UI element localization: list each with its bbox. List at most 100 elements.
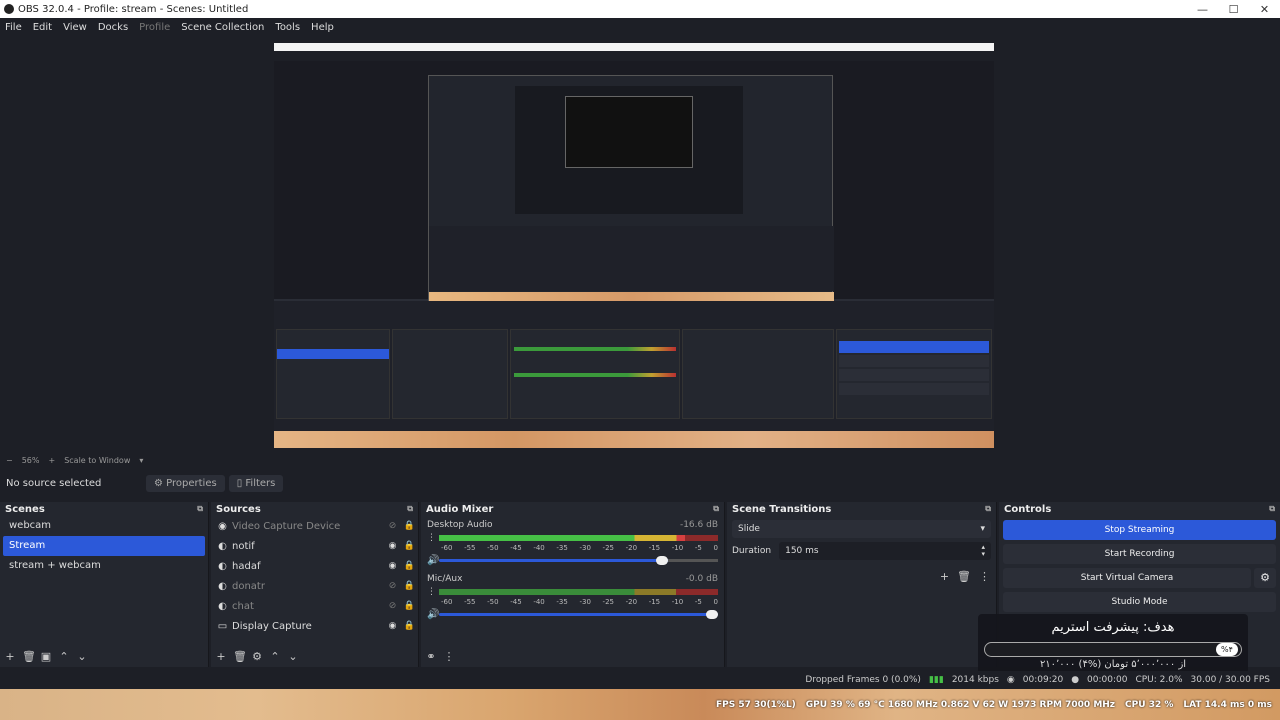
undock-icon[interactable]: ⧉ <box>713 504 719 514</box>
maximize-button[interactable]: ☐ <box>1218 3 1249 16</box>
source-item[interactable]: ▭ Display Capture ◉ 🔒 <box>211 616 418 636</box>
visibility-eye-icon[interactable]: ◉ <box>384 561 401 571</box>
meter-tick-label: -30 <box>579 598 591 606</box>
source-item[interactable]: ◐ chat ⊘ 🔒 <box>211 596 418 616</box>
menu-bar: File Edit View Docks Profile Scene Colle… <box>0 18 1280 36</box>
sources-toolbar: + 🗑 ⚙ ⌃ ⌄ <box>215 650 299 663</box>
add-icon[interactable]: + <box>940 570 949 583</box>
preview-canvas[interactable] <box>274 43 994 448</box>
visibility-eye-icon[interactable]: ◉ <box>384 621 401 631</box>
filter-icon[interactable]: ▣ <box>40 650 52 663</box>
volume-knob[interactable] <box>706 610 718 619</box>
scale-mode-select[interactable]: Scale to Window <box>64 456 130 465</box>
menu-docks[interactable]: Docks <box>98 22 128 33</box>
undock-icon[interactable]: ⧉ <box>1269 504 1275 514</box>
meter-tick-label: -10 <box>671 544 684 552</box>
goal-title: هدف: پیشرفت استریم <box>1051 620 1175 635</box>
undock-icon[interactable]: ⧉ <box>197 504 203 514</box>
meter-tick-label: -15 <box>648 598 661 606</box>
volume-knob[interactable] <box>655 556 668 565</box>
trash-icon[interactable]: 🗑 <box>957 570 971 583</box>
goal-progress-bar: %۴ <box>984 642 1242 657</box>
chevron-down-icon[interactable]: ⌄ <box>76 650 88 663</box>
meter-tick-label: 0 <box>713 598 718 606</box>
preview-area <box>0 36 1280 452</box>
more-icon[interactable]: ⋮ <box>979 570 990 583</box>
menu-edit[interactable]: Edit <box>33 22 52 33</box>
chevron-down-icon[interactable]: ⌄ <box>287 650 299 663</box>
nested-preview-3 <box>565 96 693 168</box>
zoom-out-button[interactable]: − <box>6 456 13 465</box>
meter-tick-label: -20 <box>625 544 638 552</box>
menu-profile[interactable]: Profile <box>139 22 170 33</box>
lock-icon[interactable]: 🔒 <box>401 541 418 551</box>
trash-icon[interactable]: 🗑 <box>233 650 247 663</box>
lock-icon[interactable]: 🔒 <box>401 621 418 631</box>
source-label: Video Capture Device <box>232 520 341 532</box>
transition-select[interactable]: Slide ▾ <box>732 520 991 538</box>
chevron-down-icon: ▾ <box>980 524 985 534</box>
menu-scene-collection[interactable]: Scene Collection <box>181 22 264 33</box>
source-label: Display Capture <box>232 620 312 632</box>
more-icon[interactable]: ⋮ <box>427 587 439 597</box>
gear-icon[interactable]: ⚙ <box>251 650 263 663</box>
speaker-icon[interactable]: 🔊 <box>427 609 439 620</box>
trash-icon[interactable]: 🗑 <box>22 650 36 663</box>
properties-button[interactable]: ⚙ Properties <box>146 474 225 492</box>
source-type-icon: ◐ <box>218 560 227 572</box>
nested-preview-2 <box>515 86 743 214</box>
source-type-icon: ◐ <box>218 600 227 612</box>
add-icon[interactable]: + <box>215 650 227 663</box>
spinner-icon[interactable]: ▴ ▾ <box>981 544 985 558</box>
volume-slider[interactable] <box>439 556 718 565</box>
nested-obs-menubar <box>274 51 994 61</box>
lock-icon[interactable]: 🔒 <box>401 561 418 571</box>
source-item[interactable]: ◉ Video Capture Device ⊘ 🔒 <box>211 516 418 536</box>
chevron-up-icon[interactable]: ⌃ <box>58 650 70 663</box>
menu-view[interactable]: View <box>63 22 87 33</box>
nested-sources-dock <box>392 329 508 419</box>
visibility-eye-icon[interactable]: ⊘ <box>384 521 401 531</box>
lock-icon[interactable]: 🔒 <box>401 521 418 531</box>
visibility-eye-icon[interactable]: ⊘ <box>384 581 401 591</box>
scene-item[interactable]: Stream <box>3 536 205 556</box>
close-button[interactable]: ✕ <box>1249 3 1280 16</box>
visibility-eye-icon[interactable]: ⊘ <box>384 601 401 611</box>
lock-icon[interactable]: 🔒 <box>401 581 418 591</box>
undock-icon[interactable]: ⧉ <box>985 504 991 514</box>
duration-field[interactable]: 150 ms ▴ ▾ <box>779 542 991 560</box>
add-icon[interactable]: + <box>4 650 16 663</box>
gear-icon[interactable]: ⚙ <box>1254 568 1276 588</box>
menu-file[interactable]: File <box>5 22 22 33</box>
studio-mode-button[interactable]: Studio Mode <box>1003 592 1276 612</box>
source-label: chat <box>232 600 254 612</box>
zoom-level: 56% <box>21 455 40 465</box>
meter-ticks: -60 -55 -50 -45 -40 -35 -30 -25 -20 -15 -10 -5 0 <box>441 544 718 552</box>
meter-tick-label: -5 <box>694 544 702 552</box>
scene-item[interactable]: webcam <box>3 516 205 536</box>
minimize-button[interactable]: — <box>1187 3 1218 16</box>
scene-transitions-dock: Scene Transitions ⧉ Slide ▾ Duration 150 m… <box>727 502 997 667</box>
zoom-in-button[interactable]: + <box>48 456 55 465</box>
audio-level-meter <box>439 589 718 595</box>
menu-tools[interactable]: Tools <box>275 22 300 33</box>
link-icon[interactable]: ⚭ <box>425 650 437 663</box>
source-item[interactable]: ◐ hadaf ◉ 🔒 <box>211 556 418 576</box>
start-virtual-camera-button[interactable]: Start Virtual Camera <box>1003 568 1251 588</box>
scene-item[interactable]: stream + webcam <box>3 556 205 576</box>
source-item[interactable]: ◐ donatr ⊘ 🔒 <box>211 576 418 596</box>
speaker-icon[interactable]: 🔊 <box>427 555 439 566</box>
lock-icon[interactable]: 🔒 <box>401 601 418 611</box>
stop-streaming-button[interactable]: Stop Streaming <box>1003 520 1276 540</box>
filters-button[interactable]: ▯ Filters <box>228 474 284 492</box>
source-item[interactable]: ◐ notif ◉ 🔒 <box>211 536 418 556</box>
volume-slider[interactable] <box>439 610 718 619</box>
chevron-down-icon[interactable]: ▾ <box>139 456 143 465</box>
undock-icon[interactable]: ⧉ <box>407 504 413 514</box>
visibility-eye-icon[interactable]: ◉ <box>384 541 401 551</box>
chevron-up-icon[interactable]: ⌃ <box>269 650 281 663</box>
start-recording-button[interactable]: Start Recording <box>1003 544 1276 564</box>
more-icon[interactable]: ⋮ <box>427 533 439 543</box>
menu-help[interactable]: Help <box>311 22 334 33</box>
more-icon[interactable]: ⋮ <box>443 650 455 663</box>
